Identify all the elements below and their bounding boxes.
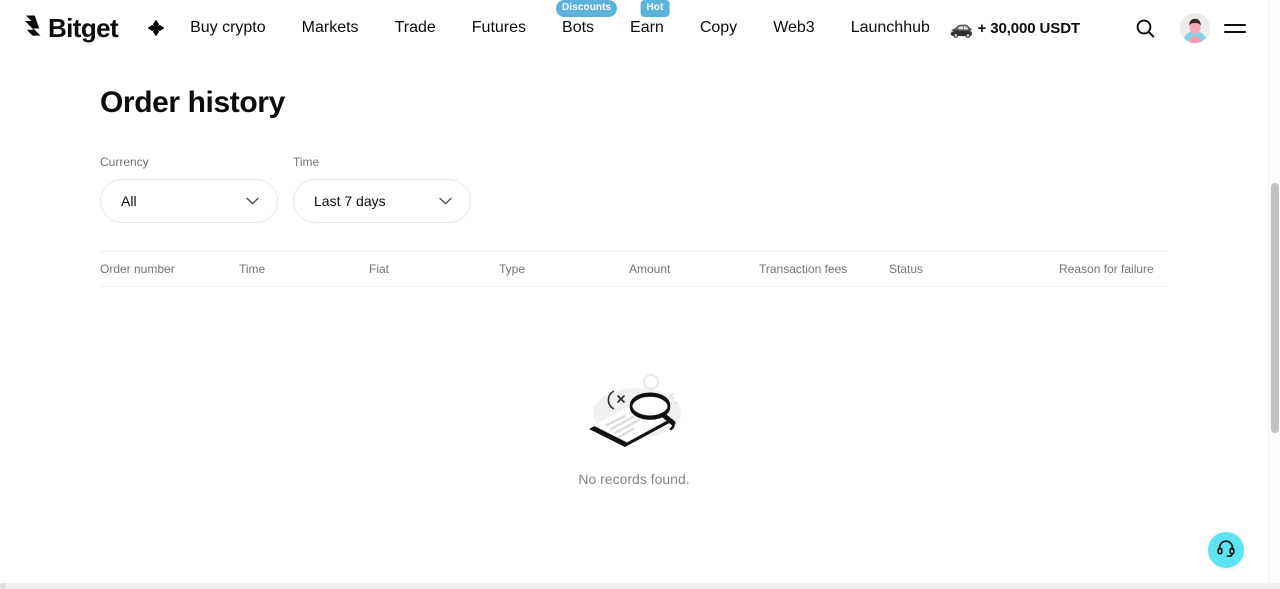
nav-label: Launchhub <box>850 19 930 36</box>
filter-group-time: Time Last 7 days <box>293 155 471 223</box>
chevron-down-icon <box>246 197 259 205</box>
nav-label: Futures <box>471 19 527 36</box>
nav-label: Markets <box>301 19 359 36</box>
vertical-scrollbar-thumb[interactable] <box>1271 183 1279 433</box>
column-header-order-number: Order number <box>100 262 175 276</box>
chevron-down-icon <box>439 197 452 205</box>
page-title: Order history <box>100 86 285 119</box>
nav-label: Trade <box>394 19 436 36</box>
nav-item-web3[interactable]: Web3 <box>755 10 833 46</box>
nav-item-bots[interactable]: Discounts Bots <box>544 0 618 46</box>
promo-label: + 30,000 USDT <box>977 19 1080 37</box>
hamburger-line <box>1224 30 1246 33</box>
nav-label: Web3 <box>773 19 815 36</box>
order-history-table: Order number Time Fiat Type Amount Trans… <box>100 251 1168 488</box>
time-select[interactable]: Last 7 days <box>293 179 471 223</box>
search-icon[interactable] <box>1128 11 1162 45</box>
nav-item-launchhub[interactable]: Launchhub <box>833 10 948 46</box>
currency-select[interactable]: All <box>100 179 278 223</box>
filter-bar: Currency All Time Last 7 days <box>100 155 1168 223</box>
table-header-row: Order number Time Fiat Type Amount Trans… <box>100 251 1168 287</box>
nav-item-earn[interactable]: Hot Earn <box>612 0 682 46</box>
nav-item-futures[interactable]: Futures <box>454 10 544 46</box>
empty-state-text: No records found. <box>578 471 690 487</box>
customer-support-button[interactable] <box>1208 532 1244 568</box>
hamburger-line <box>1224 23 1246 26</box>
headset-icon <box>1216 538 1236 563</box>
time-filter-label: Time <box>293 155 320 169</box>
time-select-value: Last 7 days <box>314 193 386 209</box>
column-header-type: Type <box>499 262 526 276</box>
bitget-wordmark: Bitget <box>48 13 119 43</box>
main-navigation: Buy crypto Markets Trade Futures Discoun… <box>172 0 948 46</box>
nav-label: Copy <box>699 19 738 36</box>
column-header-reason-for-failure: Reason for failure <box>1059 262 1154 276</box>
browser-viewport: Bitget Buy crypto Markets Trade Futures … <box>0 0 1280 589</box>
nav-item-trade[interactable]: Trade <box>377 10 454 46</box>
page-scroll-area: Bitget Buy crypto Markets Trade Futures … <box>0 0 1268 583</box>
currency-select-value: All <box>121 193 137 209</box>
nav-item-buy-crypto[interactable]: Buy crypto <box>172 10 284 46</box>
column-header-fiat: Fiat <box>369 262 390 276</box>
no-records-illustration <box>581 369 687 460</box>
nav-badge-discounts: Discounts <box>555 0 618 17</box>
filter-group-currency: Currency All <box>100 155 278 223</box>
currency-filter-label: Currency <box>100 155 149 169</box>
nav-badge-hot: Hot <box>640 0 670 17</box>
column-header-status: Status <box>889 262 924 276</box>
bitget-logo-link[interactable]: Bitget <box>20 13 119 44</box>
bitget-logo-icon <box>20 13 46 44</box>
user-avatar[interactable] <box>1180 13 1210 43</box>
hamburger-menu-icon[interactable] <box>1224 23 1246 33</box>
empty-state: No records found. <box>100 287 1168 488</box>
horizontal-scrollbar-track[interactable] <box>0 583 1280 589</box>
nav-label: Earn <box>630 19 664 36</box>
horizontal-scrollbar-thumb[interactable] <box>0 583 6 589</box>
sports-car-icon: 🚗 <box>949 17 974 39</box>
vertical-scrollbar-track[interactable] <box>1268 0 1280 583</box>
header-actions: 🚗 + 30,000 USDT <box>950 11 1268 45</box>
nav-item-markets[interactable]: Markets <box>284 10 377 46</box>
nav-label: Bots <box>562 19 595 36</box>
promo-banner-link[interactable]: 🚗 + 30,000 USDT <box>950 19 1080 38</box>
nav-label: Buy crypto <box>190 19 266 36</box>
nav-item-copy[interactable]: Copy <box>682 10 755 46</box>
main-content: Order history Currency All Time Last 7 d… <box>0 86 1268 488</box>
site-header: Bitget Buy crypto Markets Trade Futures … <box>0 0 1268 56</box>
column-header-transaction-fees: Transaction fees <box>759 262 848 276</box>
column-header-time: Time <box>239 262 266 276</box>
column-header-amount: Amount <box>629 262 671 276</box>
four-diamonds-icon[interactable] <box>146 18 166 38</box>
